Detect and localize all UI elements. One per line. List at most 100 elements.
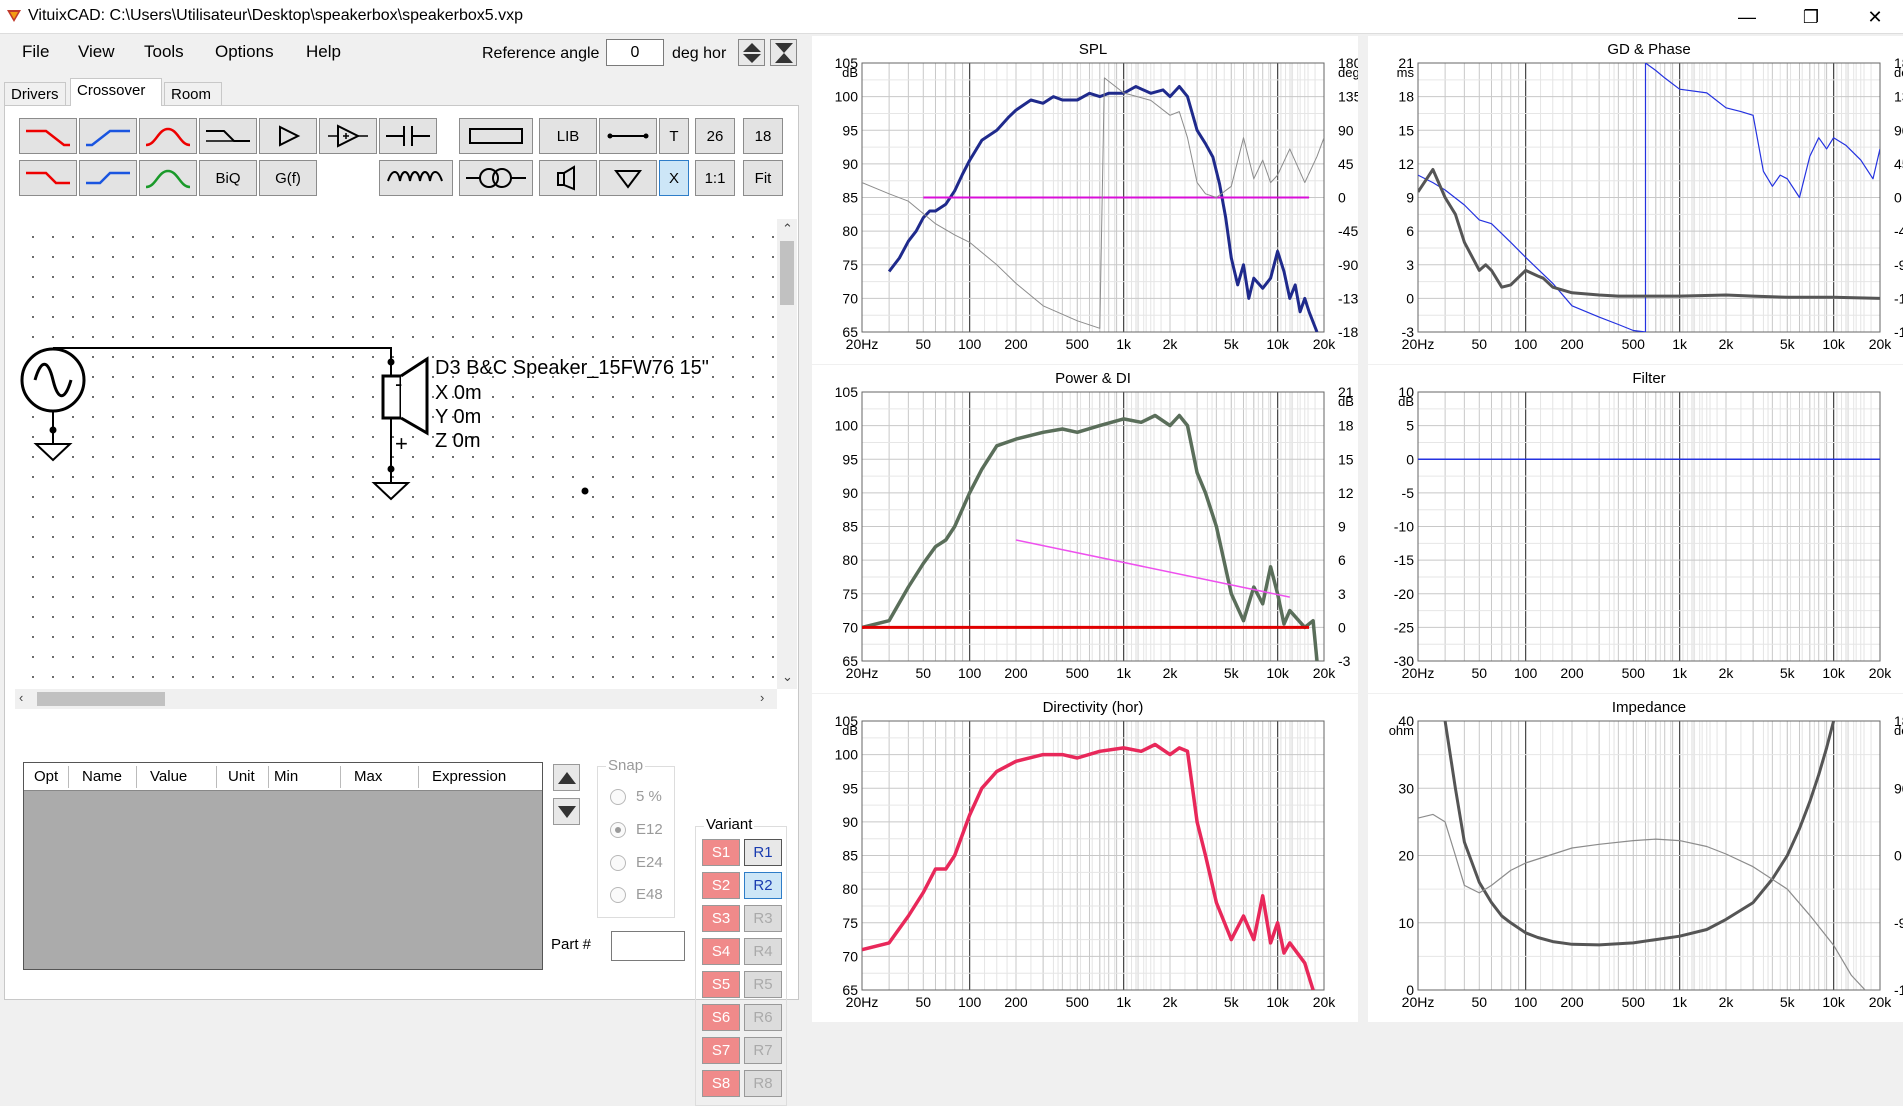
horizontal-scrollbar[interactable]: ‹ › [15,689,777,709]
highpass-blue-button[interactable] [79,118,137,154]
y-axis-unit: ohm [1389,723,1414,738]
driver-name-label[interactable]: D3 B&C Speaker_15FW76 15" [435,357,709,379]
col-expression[interactable]: Expression [432,768,506,785]
parameters-table[interactable]: Opt Name Value Unit Min Max Expression [23,762,543,970]
x-tick-label: 1k [1672,665,1688,681]
move-down-button[interactable] [553,798,580,825]
bandpass-red-button[interactable] [139,118,197,154]
capacitor-button[interactable] [379,118,437,154]
resistor-button[interactable] [459,118,533,154]
tab-room[interactable]: Room [164,82,222,106]
variant-r2-button[interactable]: R2 [744,872,782,899]
snap-e12-radio[interactable] [610,822,626,838]
speaker-icon [557,165,575,191]
bandpass-green-button[interactable] [139,160,197,196]
col-name[interactable]: Name [82,768,122,785]
wire-button[interactable] [599,118,657,154]
menu-options[interactable]: Options [215,42,274,62]
col-unit[interactable]: Unit [228,768,255,785]
close-button[interactable]: ✕ [1847,0,1903,34]
menu-file[interactable]: File [22,42,49,62]
x-tick-label: 5k [1780,994,1796,1010]
angle-updown-button[interactable] [738,39,765,66]
scroll-up-icon[interactable]: ⌃ [782,221,793,237]
fit-button[interactable]: Fit [743,160,783,196]
col-min[interactable]: Min [274,768,298,785]
snap-e48-radio[interactable] [610,887,626,903]
tab-crossover[interactable]: Crossover [70,78,162,106]
menu-view[interactable]: View [78,42,115,62]
order-18-button[interactable]: 18 [743,118,783,154]
driver-z-label: Z 0m [435,430,481,452]
variant-s8-button[interactable]: S8 [702,1070,740,1097]
scroll-right-icon[interactable]: › [760,690,764,705]
gd-phase-chart[interactable]: GD & Phase211815129630-3ms18013590450-45… [1368,36,1903,364]
variant-r3-button[interactable]: R3 [744,905,782,932]
horizontal-scroll-thumb[interactable] [37,692,165,706]
variant-r6-button[interactable]: R6 [744,1004,782,1031]
shelf-filter-button[interactable] [199,118,257,154]
opamp-button[interactable] [319,118,377,154]
directivity-chart[interactable]: Directivity (hor) 105 100 95 90 85 80 75 70 65 dB 2… [812,694,1358,1022]
x-tick-label: 1k [1116,336,1132,352]
power-di-chart[interactable]: Power & DI 105 100 95 90 85 80 75 70 65 21 18 15 12 9 6… [812,365,1358,693]
variant-s7-button[interactable]: S7 [702,1037,740,1064]
impedance-chart[interactable]: Impedance403020100ohm180900-90-180deg20H… [1368,694,1903,1022]
spl-chart[interactable]: SPL 105 100 95 90 85 80 75 70 65 dB 180 135 90 45 0 -45-… [812,36,1358,364]
move-up-button[interactable] [553,764,580,791]
variant-r1-button[interactable]: R1 [744,839,782,866]
variant-s5-button[interactable]: S5 [702,971,740,998]
vertical-scrollbar[interactable]: ⌃ ⌄ [777,219,797,689]
wire[interactable] [53,347,392,361]
buffer-button[interactable] [259,118,317,154]
transformer-button[interactable] [459,160,533,196]
x-tick-label: 1k [1672,994,1688,1010]
variant-s6-button[interactable]: S6 [702,1004,740,1031]
variant-s4-button[interactable]: S4 [702,938,740,965]
menu-tools[interactable]: Tools [144,42,184,62]
minimize-button[interactable]: — [1719,0,1775,34]
scroll-left-icon[interactable]: ‹ [19,690,23,705]
snap-legend: Snap [606,757,646,774]
lowpass-red-2-button[interactable] [19,160,77,196]
variant-s2-button[interactable]: S2 [702,872,740,899]
signal-generator[interactable] [20,347,86,462]
col-opt[interactable]: Opt [34,768,58,785]
text-button[interactable]: T [659,118,689,154]
transfer-function-button[interactable]: G(f) [259,160,317,196]
variant-r8-button[interactable]: R8 [744,1070,782,1097]
snap-5pct-radio[interactable] [610,789,626,805]
biquad-button[interactable]: BiQ [199,160,257,196]
y2-tick-label: 18 [1338,418,1354,434]
col-max[interactable]: Max [354,768,382,785]
reference-angle-input[interactable] [606,39,664,66]
variant-s1-button[interactable]: S1 [702,839,740,866]
lowpass-red-button[interactable] [19,118,77,154]
add-driver-button[interactable] [539,160,597,196]
wire-icon [607,133,649,139]
col-value[interactable]: Value [150,768,187,785]
filter-chart[interactable]: Filter 10 5 0 -5 -10 -15 -20 -25 -30 dB 20Hz 50 100 20… [1368,365,1903,693]
variant-r7-button[interactable]: R7 [744,1037,782,1064]
junction-dot[interactable] [581,487,589,495]
menu-help[interactable]: Help [306,42,341,62]
snap-e24-radio[interactable] [610,855,626,871]
schematic-canvas[interactable]: - + D3 B&C Speaker_15FW76 15" X 0m Y 0m … [15,221,777,686]
ground-button[interactable] [599,160,657,196]
delete-x-button[interactable]: X [659,160,689,196]
tab-drivers[interactable]: Drivers [4,82,66,106]
ratio-1to1-button[interactable]: 1:1 [695,160,735,196]
highpass-blue-2-button[interactable] [79,160,137,196]
variant-s3-button[interactable]: S3 [702,905,740,932]
angle-reset-button[interactable] [770,39,797,66]
highpass-icon [86,129,130,147]
order-26-button[interactable]: 26 [695,118,735,154]
variant-r4-button[interactable]: R4 [744,938,782,965]
scroll-down-icon[interactable]: ⌄ [782,669,793,685]
library-button[interactable]: LIB [539,118,597,154]
variant-r5-button[interactable]: R5 [744,971,782,998]
restore-button[interactable]: ❐ [1783,0,1839,34]
part-number-input[interactable] [611,931,685,961]
inductor-button[interactable] [379,160,453,196]
vertical-scroll-thumb[interactable] [780,241,794,305]
